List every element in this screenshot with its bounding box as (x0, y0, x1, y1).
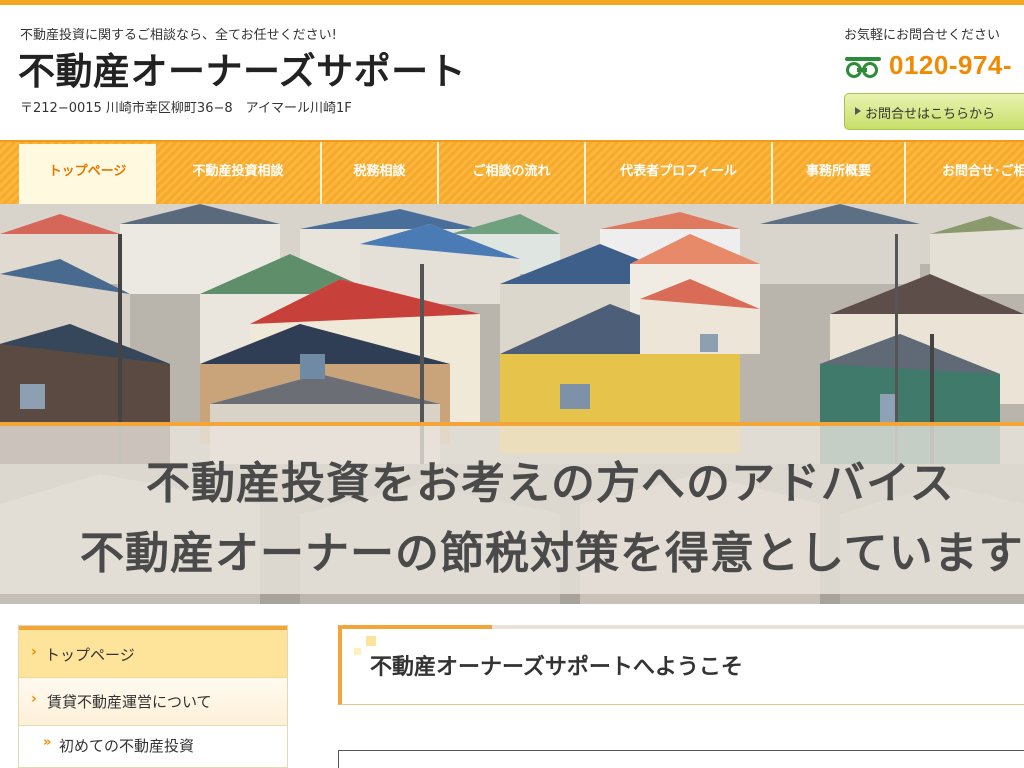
heading-accent-line (342, 625, 492, 629)
heading-line (492, 625, 1024, 629)
decorative-square (354, 648, 361, 655)
triangle-right-icon (855, 107, 861, 115)
sidebar-item-top[interactable]: › トップページ (19, 630, 287, 678)
contact-button[interactable]: お問合せはこちらから (844, 93, 1024, 130)
sidebar-item-label: 賃貸不動産運営について (47, 693, 212, 711)
header: 不動産投資に関するご相談なら、全てお任せください! 不動産オーナーズサポート 〒… (0, 5, 1024, 140)
contact-button-label: お問合せはこちらから (865, 107, 996, 122)
nav-item-profile[interactable]: 代表者プロフィール (586, 142, 773, 204)
nav-item-tax[interactable]: 税務相談 (322, 142, 439, 204)
site-title[interactable]: 不動産オーナーズサポート (18, 41, 466, 95)
nav-item-office[interactable]: 事務所概要 (773, 142, 906, 204)
welcome-heading-box: 不動産オーナーズサポートへようこそ (338, 625, 1024, 705)
hero-headline-1: 不動産投資をお考えの方へのアドバイス (146, 458, 955, 509)
chevron-right-icon: › (31, 644, 37, 660)
address: 〒212−0015 川崎市幸区柳町36−8 アイマール川崎1F (20, 101, 352, 116)
sidebar-item-rental[interactable]: › 賃貸不動産運営について (19, 678, 287, 726)
chevron-right-icon: › (31, 691, 37, 707)
hero-banner: 不動産投資をお考えの方へのアドバイス 不動産オーナーの節税対策を得意としています (0, 204, 1024, 604)
free-dial-icon (845, 57, 881, 78)
decorative-square (366, 636, 376, 646)
sidebar-subitem-first-investment[interactable]: » 初めての不動産投資 (19, 726, 287, 766)
content-box (338, 750, 1024, 768)
double-chevron-right-icon: » (43, 735, 52, 750)
nav-item-investment[interactable]: 不動産投資相談 (156, 142, 322, 204)
hero-headline-2: 不動産オーナーの節税対策を得意としています (80, 528, 1024, 579)
welcome-title: 不動産オーナーズサポートへようこそ (370, 655, 743, 680)
nav-item-top[interactable]: トップページ (19, 144, 156, 204)
phone-number[interactable]: 0120-974- (889, 50, 1012, 81)
nav-item-contact[interactable]: お問合せ･ご相 (906, 142, 1024, 204)
page: 不動産投資に関するご相談なら、全てお任せください! 不動産オーナーズサポート 〒… (0, 0, 1024, 768)
main-navigation: トップページ 不動産投資相談 税務相談 ご相談の流れ 代表者プロフィール 事務所… (0, 140, 1024, 204)
sidebar-item-label: トップページ (45, 646, 135, 664)
sidebar-item-label: 初めての不動産投資 (59, 737, 195, 755)
contact-label: お気軽にお問合せください (844, 28, 1001, 43)
sidebar-menu: › トップページ › 賃貸不動産運営について » 初めての不動産投資 (18, 625, 288, 768)
nav-item-flow[interactable]: ご相談の流れ (439, 142, 586, 204)
